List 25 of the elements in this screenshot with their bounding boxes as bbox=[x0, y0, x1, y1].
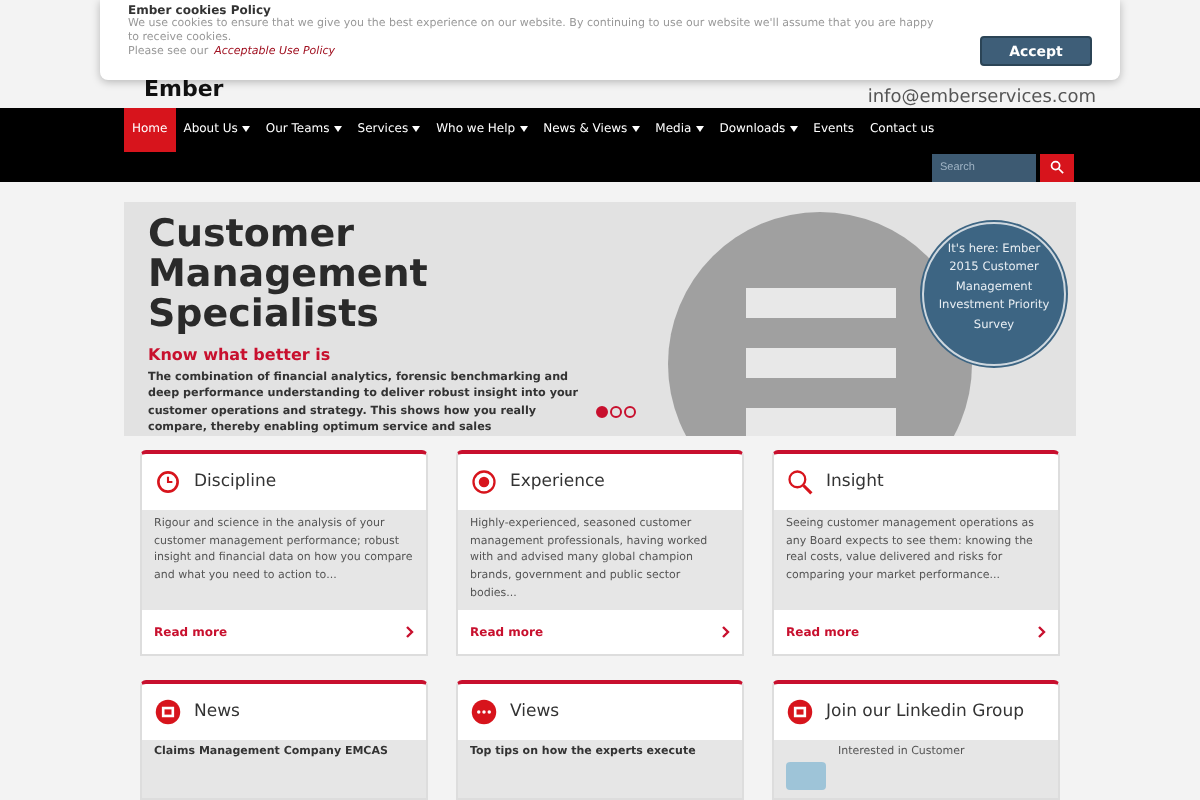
card-title: News bbox=[194, 702, 240, 722]
logo[interactable]: Ember bbox=[144, 75, 224, 102]
search-button[interactable] bbox=[1040, 153, 1074, 182]
slide-dot[interactable] bbox=[610, 405, 622, 418]
card-title: Discipline bbox=[194, 472, 277, 492]
card-title: Experience bbox=[510, 472, 605, 492]
card-title: Join our Linkedin Group bbox=[826, 702, 1024, 722]
card-title: Views bbox=[510, 702, 560, 722]
chevron-icon[interactable] bbox=[1038, 626, 1046, 638]
clock-icon bbox=[154, 468, 182, 496]
slide-dot[interactable] bbox=[596, 405, 608, 418]
search-icon bbox=[786, 468, 814, 496]
chevron-icon[interactable] bbox=[722, 626, 730, 638]
newspaper-icon bbox=[786, 698, 814, 726]
chevron-icon[interactable] bbox=[406, 626, 414, 638]
photo-placeholder bbox=[786, 762, 826, 790]
hero-title: Customer Management Specialists bbox=[148, 213, 430, 334]
email-link[interactable]: info@emberservices.com bbox=[867, 87, 1096, 108]
search-icon bbox=[1050, 160, 1064, 175]
target-icon bbox=[470, 468, 498, 496]
hero-subtitle: Know what better is bbox=[148, 345, 333, 364]
newspaper-icon bbox=[154, 698, 182, 726]
card-title: Insight bbox=[826, 472, 884, 492]
chat-bubble-icon bbox=[470, 698, 498, 726]
slide-dot[interactable] bbox=[624, 405, 636, 418]
